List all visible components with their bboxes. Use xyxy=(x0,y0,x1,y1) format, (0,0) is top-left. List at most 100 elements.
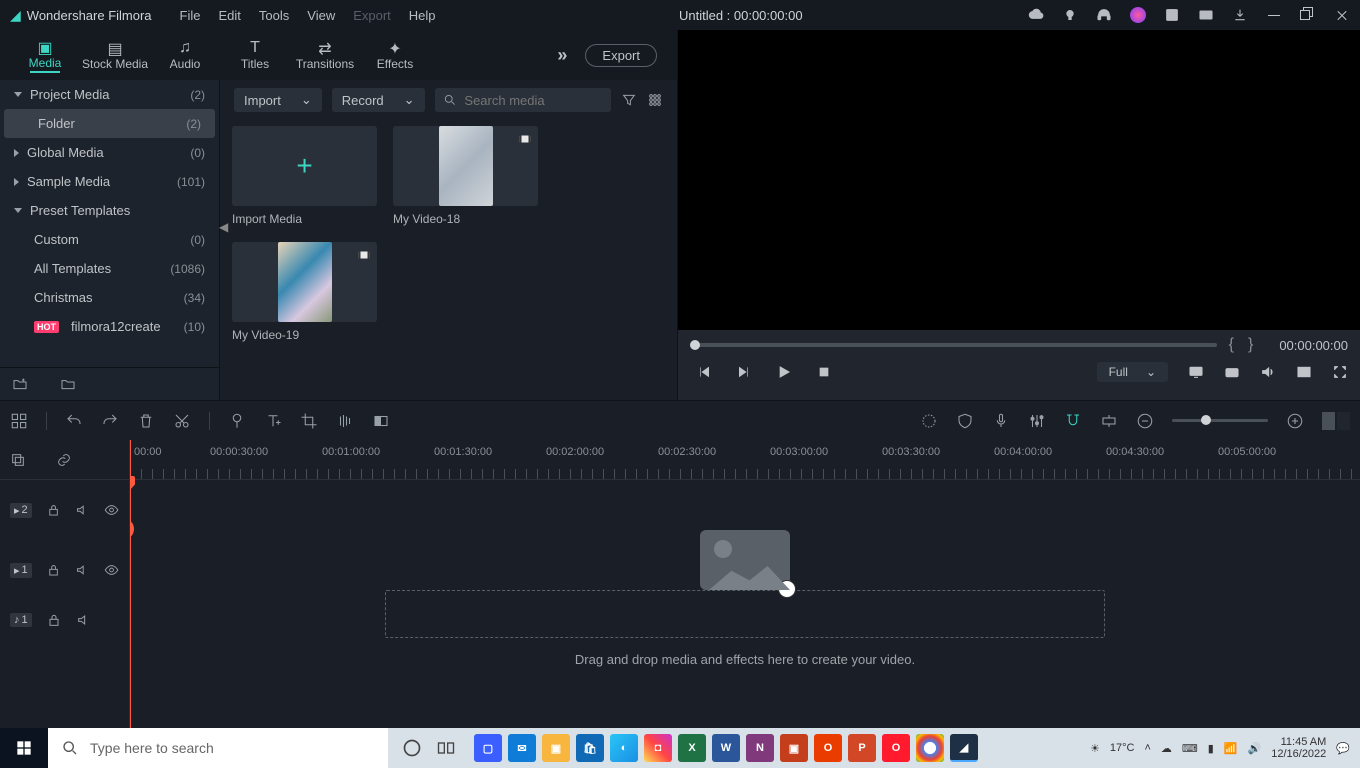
play-icon[interactable] xyxy=(776,364,792,380)
search-input[interactable] xyxy=(464,93,603,108)
tab-audio[interactable]: ♫ Audio xyxy=(150,37,220,73)
track-header-v1[interactable]: ▸1 xyxy=(0,540,129,600)
taskbar-app-onenote[interactable]: N xyxy=(746,734,774,762)
track-size-toggle[interactable] xyxy=(1322,412,1350,430)
marker-shield-icon[interactable] xyxy=(956,412,974,430)
media-card-clip2[interactable]: My Video-19 xyxy=(232,242,377,342)
tray-battery-icon[interactable]: ▮ xyxy=(1208,742,1214,755)
lock-icon[interactable] xyxy=(46,562,61,578)
mute-icon[interactable] xyxy=(75,562,90,578)
arrange-icon[interactable] xyxy=(10,412,28,430)
voiceover-icon[interactable] xyxy=(992,412,1010,430)
lock-icon[interactable] xyxy=(46,502,61,518)
taskbar-app-excel[interactable]: X xyxy=(678,734,706,762)
tab-transitions[interactable]: ⇄ Transitions xyxy=(290,37,360,73)
sidebar-item-sample-media[interactable]: Sample Media (101) xyxy=(0,167,219,196)
sidebar-item-project-media[interactable]: Project Media (2) xyxy=(0,80,219,109)
sidebar-item-global-media[interactable]: Global Media (0) xyxy=(0,138,219,167)
cut-icon[interactable] xyxy=(173,412,191,430)
snapshot-icon[interactable] xyxy=(1224,364,1240,380)
tray-wifi-icon[interactable]: 📶 xyxy=(1224,742,1238,755)
speed-icon[interactable] xyxy=(336,412,354,430)
step-forward-icon[interactable] xyxy=(736,364,752,380)
seekbar[interactable] xyxy=(690,343,1217,347)
sidebar-item-all-templates[interactable]: All Templates (1086) xyxy=(0,254,219,283)
crop-icon[interactable] xyxy=(300,412,318,430)
search-box[interactable] xyxy=(435,88,611,112)
taskbar-app-instagram[interactable]: ◘ xyxy=(644,734,672,762)
zoom-slider[interactable] xyxy=(1172,419,1268,422)
account-avatar-icon[interactable] xyxy=(1130,7,1146,23)
import-dropdown[interactable]: Import⌄ xyxy=(234,88,322,112)
tray-volume-icon[interactable]: 🔊 xyxy=(1248,742,1262,755)
preview-canvas[interactable] xyxy=(678,30,1360,330)
marker-icon[interactable] xyxy=(228,412,246,430)
temperature[interactable]: 17°C xyxy=(1110,742,1135,754)
media-card-import[interactable]: + Import Media xyxy=(232,126,377,226)
notifications-icon[interactable]: 💬 xyxy=(1336,742,1350,755)
tray-keyboard-icon[interactable]: ⌨ xyxy=(1182,742,1198,755)
quality-dropdown[interactable]: Full⌄ xyxy=(1097,362,1168,382)
undo-icon[interactable] xyxy=(65,412,83,430)
menu-edit[interactable]: Edit xyxy=(219,8,241,23)
menu-help[interactable]: Help xyxy=(409,8,436,23)
visibility-icon[interactable] xyxy=(104,502,119,518)
zoom-out-icon[interactable] xyxy=(1136,412,1154,430)
color-icon[interactable] xyxy=(372,412,390,430)
export-button[interactable]: Export xyxy=(585,44,657,67)
mail-icon[interactable] xyxy=(1198,7,1214,23)
tabs-more-icon[interactable]: » xyxy=(557,45,567,66)
taskbar-app-powerpoint[interactable]: P xyxy=(848,734,876,762)
weather-icon[interactable]: ☀ xyxy=(1090,742,1100,755)
sidebar-item-folder[interactable]: Folder (2) xyxy=(4,109,215,138)
taskbar-app-word[interactable]: W xyxy=(712,734,740,762)
taskbar-app-store[interactable]: 🛍 xyxy=(576,734,604,762)
link-icon[interactable] xyxy=(56,452,72,468)
taskbar-app-filmora[interactable]: ◢ xyxy=(950,734,978,762)
tab-media[interactable]: ▣ Media xyxy=(10,36,80,75)
tab-stock-media[interactable]: ▤ Stock Media xyxy=(80,37,150,73)
taskbar-app-mail[interactable]: ✉ xyxy=(508,734,536,762)
taskbar-app-chrome[interactable] xyxy=(916,734,944,762)
sidebar-item-christmas[interactable]: Christmas (34) xyxy=(0,283,219,312)
filter-icon[interactable] xyxy=(621,92,637,108)
clip1-thumb[interactable] xyxy=(393,126,538,206)
task-view-icon[interactable] xyxy=(436,738,456,758)
taskbar-search[interactable]: Type here to search xyxy=(48,728,388,768)
lightbulb-icon[interactable] xyxy=(1062,7,1078,23)
pip-icon[interactable] xyxy=(1296,364,1312,380)
taskbar-app-explorer[interactable]: ▣ xyxy=(542,734,570,762)
collapse-sidebar-icon[interactable]: ◀ xyxy=(219,220,228,234)
playhead[interactable] xyxy=(130,440,131,728)
mute-icon[interactable] xyxy=(75,502,90,518)
text-add-icon[interactable] xyxy=(264,412,282,430)
timeline-ruler[interactable]: 00:00 00:00:30:00 00:01:00:00 00:01:30:0… xyxy=(130,440,1360,480)
start-button[interactable] xyxy=(0,728,48,768)
taskbar-app-office[interactable]: O xyxy=(814,734,842,762)
save-icon[interactable] xyxy=(1164,7,1180,23)
playhead-cap[interactable] xyxy=(130,476,135,490)
redo-icon[interactable] xyxy=(101,412,119,430)
lock-icon[interactable] xyxy=(46,612,62,628)
sidebar-item-custom[interactable]: Custom (0) xyxy=(0,225,219,254)
headset-icon[interactable] xyxy=(1096,7,1112,23)
insert-mode-icon[interactable] xyxy=(1100,412,1118,430)
visibility-icon[interactable] xyxy=(104,562,119,578)
mute-icon[interactable] xyxy=(76,612,92,628)
taskbar-app-edge[interactable]: ◐ xyxy=(610,734,638,762)
tray-onedrive-icon[interactable]: ☁ xyxy=(1161,742,1172,755)
clip2-thumb[interactable] xyxy=(232,242,377,322)
volume-icon[interactable] xyxy=(1260,364,1276,380)
zoom-knob[interactable] xyxy=(1201,415,1211,425)
tray-chevron-up-icon[interactable]: ˄ xyxy=(1144,742,1150,754)
sidebar-item-preset-templates[interactable]: Preset Templates xyxy=(0,196,219,225)
track-header-a1[interactable]: ♪1 xyxy=(0,600,129,640)
record-dropdown[interactable]: Record⌄ xyxy=(332,88,425,112)
delete-icon[interactable] xyxy=(137,412,155,430)
tab-titles[interactable]: T Titles xyxy=(220,37,290,73)
step-back-icon[interactable] xyxy=(696,364,712,380)
seekbar-knob[interactable] xyxy=(690,340,700,350)
track-header-v2[interactable]: ▸2 xyxy=(0,480,129,540)
ai-enhance-icon[interactable] xyxy=(920,412,938,430)
menu-view[interactable]: View xyxy=(307,8,335,23)
